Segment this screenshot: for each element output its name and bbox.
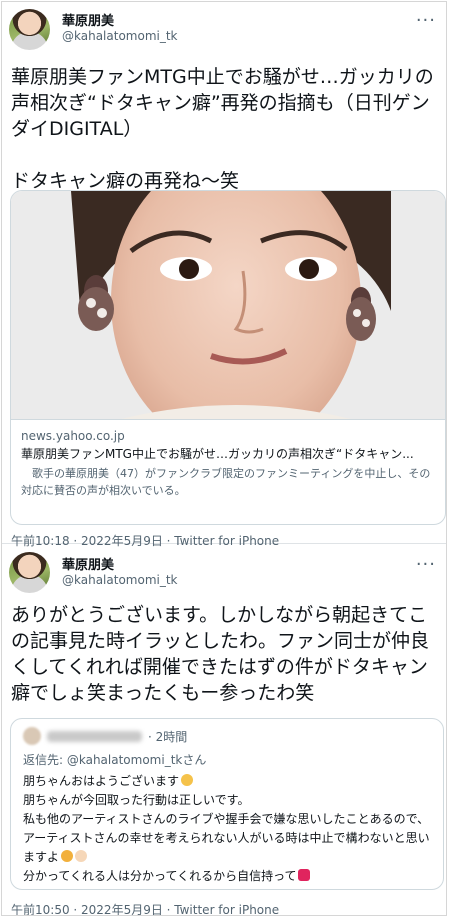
smile-emoji-icon — [61, 850, 74, 862]
tweet-text: ありがとうございます。しかしながら朝起きてこの記事見た時イラッとしたわ。ファン同… — [11, 604, 430, 704]
quoted-avatar — [23, 727, 41, 745]
username[interactable]: @kahalatomomi_tk — [62, 573, 178, 587]
more-options-icon[interactable]: ··· — [416, 12, 436, 30]
tweet-text: 華原朋美ファンMTG中止でお騒がせ…ガッカリの声相次ぎ“ドタキャン癖”再発の指摘… — [11, 66, 434, 192]
quoted-tweet[interactable]: · 2時間 返信先: @kahalatomomi_tkさん 朋ちゃんおはようござ… — [10, 718, 444, 890]
ok-hand-emoji-icon — [75, 850, 88, 862]
quoted-line-2: 朋ちゃんが今回取った行動は正しいです。 — [23, 793, 250, 807]
quoted-line-1: 朋ちゃんおはようございます — [23, 774, 180, 788]
card-description: 歌手の華原朋美（47）がファンクラブ限定のファンミーティングを中止し、その対応に… — [21, 467, 431, 497]
screenshot-frame: 華原朋美 @kahalatomomi_tk ··· 華原朋美ファンMTG中止でお… — [1, 1, 447, 916]
avatar[interactable] — [9, 552, 50, 593]
woman-portrait-image — [11, 191, 445, 419]
article-photo — [11, 191, 445, 420]
quoted-text: 朋ちゃんおはようございます 朋ちゃんが今回取った行動は正しいです。 私も他のアー… — [23, 772, 431, 886]
card-title[interactable]: 華原朋美ファンMTG中止でお騒がせ…ガッカリの声相次ぎ“ドタキャン... — [21, 445, 435, 462]
quoted-time: · 2時間 — [148, 729, 188, 744]
username[interactable]: @kahalatomomi_tk — [62, 29, 178, 43]
avatar[interactable] — [9, 9, 50, 50]
tweet-1[interactable]: 華原朋美 @kahalatomomi_tk ··· 華原朋美ファンMTG中止でお… — [2, 2, 446, 548]
more-options-icon[interactable]: ··· — [416, 556, 436, 574]
tweet-timestamp[interactable]: 午前10:50 · 2022年5月9日 · Twitter for iPhone — [11, 901, 279, 915]
chick-emoji-icon — [181, 774, 194, 786]
heart-emoji-icon — [298, 869, 311, 881]
redacted-username — [47, 730, 142, 742]
quoted-line-4: 分かってくれる人は分かってくれるから自信持って — [23, 869, 297, 883]
display-name[interactable]: 華原朋美 — [62, 554, 114, 573]
display-name[interactable]: 華原朋美 — [62, 10, 114, 29]
reply-to[interactable]: 返信先: @kahalatomomi_tkさん — [23, 751, 431, 768]
card-domain: news.yahoo.co.jp — [21, 429, 125, 443]
link-card[interactable]: news.yahoo.co.jp 華原朋美ファンMTG中止でお騒がせ…ガッカリの… — [10, 190, 446, 525]
tweet-2[interactable]: 華原朋美 @kahalatomomi_tk ··· ありがとうございます。しかし… — [2, 544, 446, 915]
